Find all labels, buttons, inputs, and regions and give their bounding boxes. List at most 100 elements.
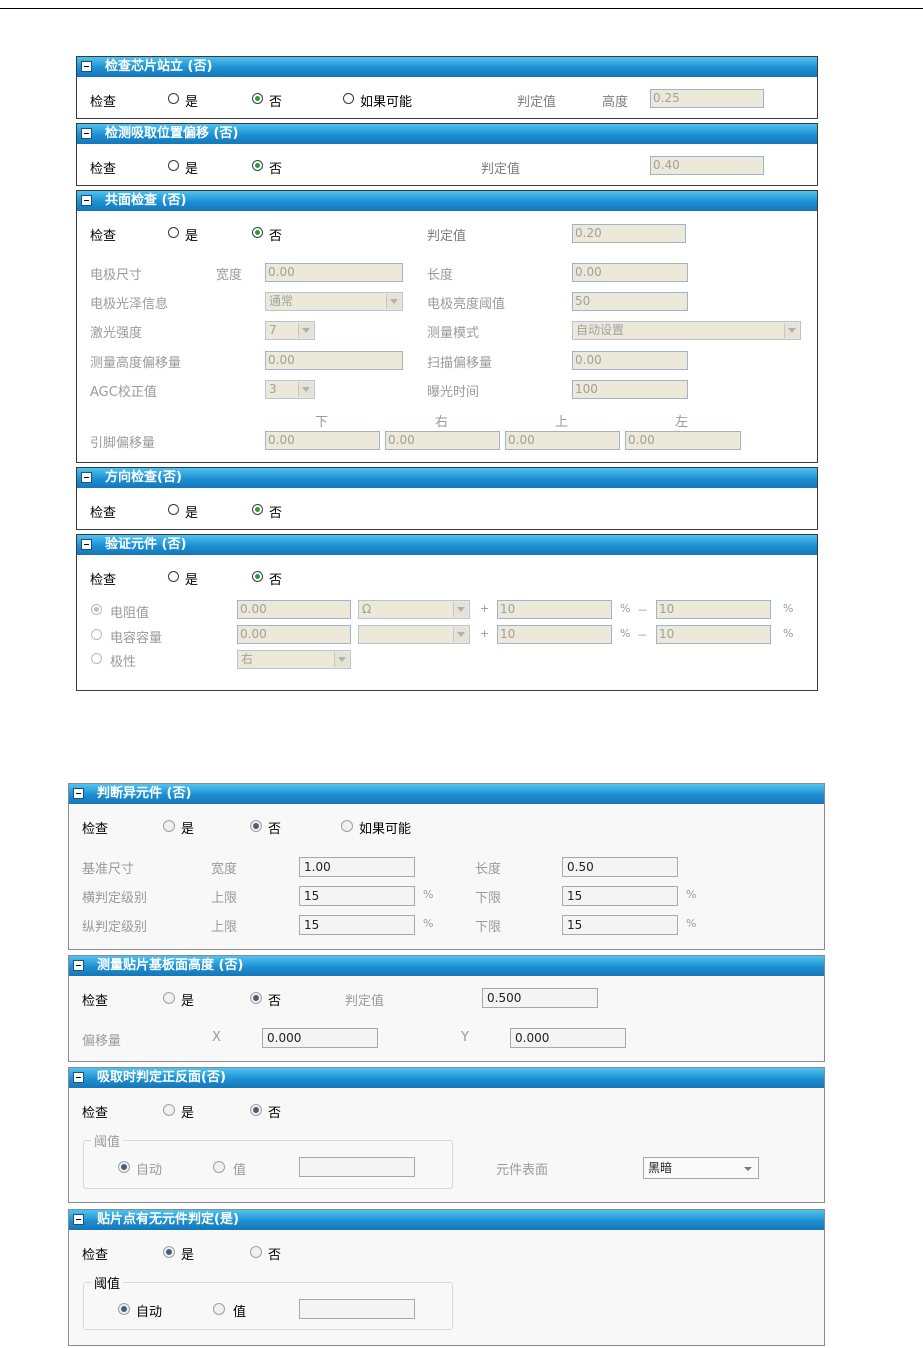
threshold-value-input[interactable] <box>299 1157 415 1177</box>
threshold-value-input[interactable] <box>299 1299 415 1319</box>
radio-yes[interactable] <box>168 227 179 238</box>
chevron-down-icon[interactable] <box>386 294 401 309</box>
collapse-icon[interactable] <box>81 61 92 72</box>
radio-no[interactable] <box>252 571 263 582</box>
collapse-icon[interactable] <box>73 788 84 799</box>
length-input[interactable]: 0.50 <box>562 857 678 877</box>
radio-yes[interactable] <box>163 820 175 832</box>
check-label: 检查 <box>82 994 109 1009</box>
panel-header[interactable]: 验证元件 (否) <box>77 535 817 555</box>
radio-no[interactable] <box>250 820 262 832</box>
radio-yes[interactable] <box>168 160 179 171</box>
collapse-icon[interactable] <box>81 128 92 139</box>
radio-if-possible[interactable] <box>343 93 354 104</box>
collapse-icon[interactable] <box>73 1214 84 1225</box>
chevron-down-icon[interactable] <box>298 382 313 397</box>
panel-header[interactable]: 测量贴片基板面高度 (否) <box>69 956 824 976</box>
collapse-icon[interactable] <box>81 195 92 206</box>
capacitance-unit-select[interactable] <box>358 625 470 644</box>
height-input[interactable]: 0.25 <box>650 89 764 108</box>
panel-header[interactable]: 吸取时判定正反面(否) <box>69 1068 824 1088</box>
chevron-down-icon[interactable] <box>453 627 468 642</box>
radio-no-label: 否 <box>269 95 283 110</box>
panel-header[interactable]: 方向检查(否) <box>77 468 817 488</box>
radio-auto[interactable] <box>118 1161 130 1173</box>
radio-no-label: 否 <box>268 994 282 1009</box>
chevron-down-icon[interactable] <box>298 323 313 338</box>
resistance-plus-input[interactable]: 10 <box>497 600 612 619</box>
capacitance-input[interactable]: 0.00 <box>237 625 351 644</box>
x-offset-input[interactable]: 0.000 <box>262 1028 378 1048</box>
v-upper-input[interactable]: 15 <box>299 915 415 935</box>
capacitance-plus-input[interactable]: 10 <box>497 625 612 644</box>
agc-select[interactable]: 3 <box>265 380 315 399</box>
lead-offset-up-input[interactable]: 0.00 <box>505 431 620 450</box>
width-input[interactable]: 0.00 <box>265 263 403 282</box>
lead-offset-down-input[interactable]: 0.00 <box>265 431 380 450</box>
radio-no[interactable] <box>252 93 263 104</box>
resistance-input[interactable]: 0.00 <box>237 600 351 619</box>
panel-header[interactable]: 共面检查 (否) <box>77 191 817 211</box>
width-label: 宽度 <box>211 862 238 877</box>
y-offset-input[interactable]: 0.000 <box>510 1028 626 1048</box>
measure-mode-select[interactable]: 自动设置 <box>572 321 801 340</box>
radio-no[interactable] <box>250 992 262 1004</box>
lead-offset-right-input[interactable]: 0.00 <box>385 431 500 450</box>
scan-offset-input[interactable]: 0.00 <box>572 351 688 370</box>
radio-resistance[interactable] <box>91 604 102 615</box>
brightness-input[interactable]: 50 <box>572 292 688 311</box>
laser-select[interactable]: 7 <box>265 321 315 340</box>
plus-sign: + <box>480 627 490 640</box>
radio-if-possible[interactable] <box>341 820 353 832</box>
radio-value[interactable] <box>213 1303 225 1315</box>
panel-header[interactable]: 判断异元件 (否) <box>69 784 824 804</box>
chevron-down-icon[interactable] <box>784 323 799 338</box>
panel-header[interactable]: 贴片点有无元件判定(是) <box>69 1210 824 1230</box>
collapse-icon[interactable] <box>81 472 92 483</box>
radio-yes[interactable] <box>163 992 175 1004</box>
chevron-down-icon[interactable] <box>334 652 349 667</box>
capacitance-minus-input[interactable]: 10 <box>656 625 771 644</box>
radio-no[interactable] <box>252 504 263 515</box>
collapse-icon[interactable] <box>81 539 92 550</box>
lead-offset-left-input[interactable]: 0.00 <box>625 431 741 450</box>
h-upper-input[interactable]: 15 <box>299 886 415 906</box>
panel-title: 检查芯片站立 (否) <box>105 59 213 74</box>
h-lower-input[interactable]: 15 <box>562 886 678 906</box>
panel-header[interactable]: 检查芯片站立 (否) <box>77 57 817 77</box>
gloss-select[interactable]: 通常 <box>265 292 403 311</box>
chevron-down-icon[interactable] <box>453 602 468 617</box>
radio-capacitance[interactable] <box>91 629 102 640</box>
radio-yes[interactable] <box>168 93 179 104</box>
resistance-unit-select[interactable]: Ω <box>358 600 470 619</box>
length-input[interactable]: 0.00 <box>572 263 688 282</box>
radio-no[interactable] <box>250 1104 262 1116</box>
width-input[interactable]: 1.00 <box>299 857 415 877</box>
radio-auto[interactable] <box>118 1303 130 1315</box>
radio-polarity[interactable] <box>91 653 102 664</box>
radio-yes[interactable] <box>163 1104 175 1116</box>
polarity-select[interactable]: 右 <box>237 650 351 669</box>
radio-yes[interactable] <box>168 571 179 582</box>
radio-no[interactable] <box>252 227 263 238</box>
radio-yes[interactable] <box>168 504 179 515</box>
collapse-icon[interactable] <box>73 960 84 971</box>
resistance-minus-input[interactable]: 10 <box>656 600 771 619</box>
surface-select[interactable]: 黑暗 <box>643 1157 759 1179</box>
percent-sign: % <box>783 602 794 615</box>
panel-header[interactable]: 检测吸取位置偏移 (否) <box>77 124 817 144</box>
radio-yes[interactable] <box>163 1246 175 1258</box>
collapse-icon[interactable] <box>73 1072 84 1083</box>
judge-input[interactable]: 0.20 <box>572 224 686 243</box>
radio-no[interactable] <box>252 160 263 171</box>
panel-title: 贴片点有无元件判定(是) <box>97 1212 239 1227</box>
judge-input[interactable]: 0.500 <box>482 988 598 1008</box>
height-offset-input[interactable]: 0.00 <box>265 351 403 370</box>
v-lower-input[interactable]: 15 <box>562 915 678 935</box>
radio-value[interactable] <box>213 1161 225 1173</box>
percent-sign: % <box>783 627 794 640</box>
judge-input[interactable]: 0.40 <box>650 156 764 175</box>
radio-value-label: 值 <box>233 1163 247 1178</box>
radio-no[interactable] <box>250 1246 262 1258</box>
exposure-input[interactable]: 100 <box>572 380 688 399</box>
